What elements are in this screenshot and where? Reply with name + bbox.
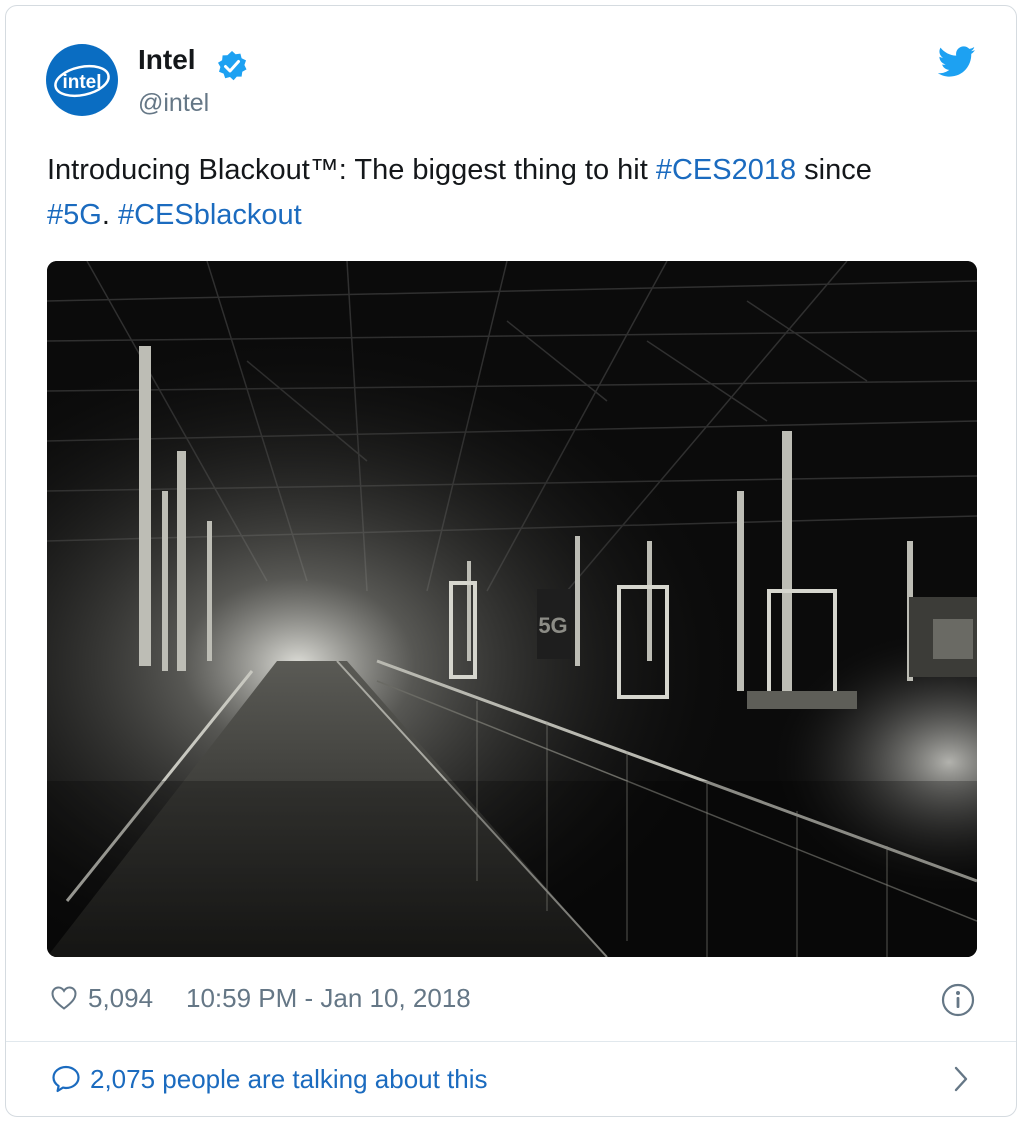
like-count[interactable]: 5,094 bbox=[88, 983, 153, 1014]
author-name[interactable]: Intel bbox=[138, 44, 196, 76]
photo-dark-convention-hall: 5G bbox=[47, 261, 977, 957]
tweet-text-part2: since bbox=[796, 154, 872, 186]
heart-icon[interactable] bbox=[50, 984, 78, 1012]
tweet-text-part3: . bbox=[101, 199, 118, 231]
photo-5g-sign: 5G bbox=[538, 613, 567, 638]
author-handle[interactable]: @intel bbox=[138, 89, 209, 118]
speech-bubble-icon bbox=[52, 1065, 80, 1093]
hashtag-ces2018[interactable]: #CES2018 bbox=[656, 154, 796, 186]
avatar[interactable]: intel bbox=[46, 44, 118, 116]
conversation-link[interactable]: 2,075 people are talking about this bbox=[6, 1042, 1016, 1116]
tweet-timestamp[interactable]: 10:59 PM - Jan 10, 2018 bbox=[186, 983, 471, 1014]
hashtag-5g[interactable]: #5G bbox=[47, 199, 102, 231]
tweet-text-part1: Introducing Blackout™: The biggest thing… bbox=[47, 154, 656, 186]
chevron-right-icon bbox=[954, 1066, 968, 1092]
intel-logo-icon: intel bbox=[54, 64, 110, 98]
avatar-text: intel bbox=[62, 72, 101, 93]
tweet-photo[interactable]: 5G bbox=[47, 261, 977, 957]
verified-badge-icon bbox=[218, 51, 247, 81]
tweet-text: Introducing Blackout™: The biggest thing… bbox=[47, 148, 987, 238]
conversation-label: 2,075 people are talking about this bbox=[90, 1064, 488, 1094]
info-icon[interactable] bbox=[940, 982, 976, 1018]
twitter-bird-icon[interactable] bbox=[938, 46, 976, 78]
hashtag-cesblackout[interactable]: #CESblackout bbox=[118, 199, 302, 231]
